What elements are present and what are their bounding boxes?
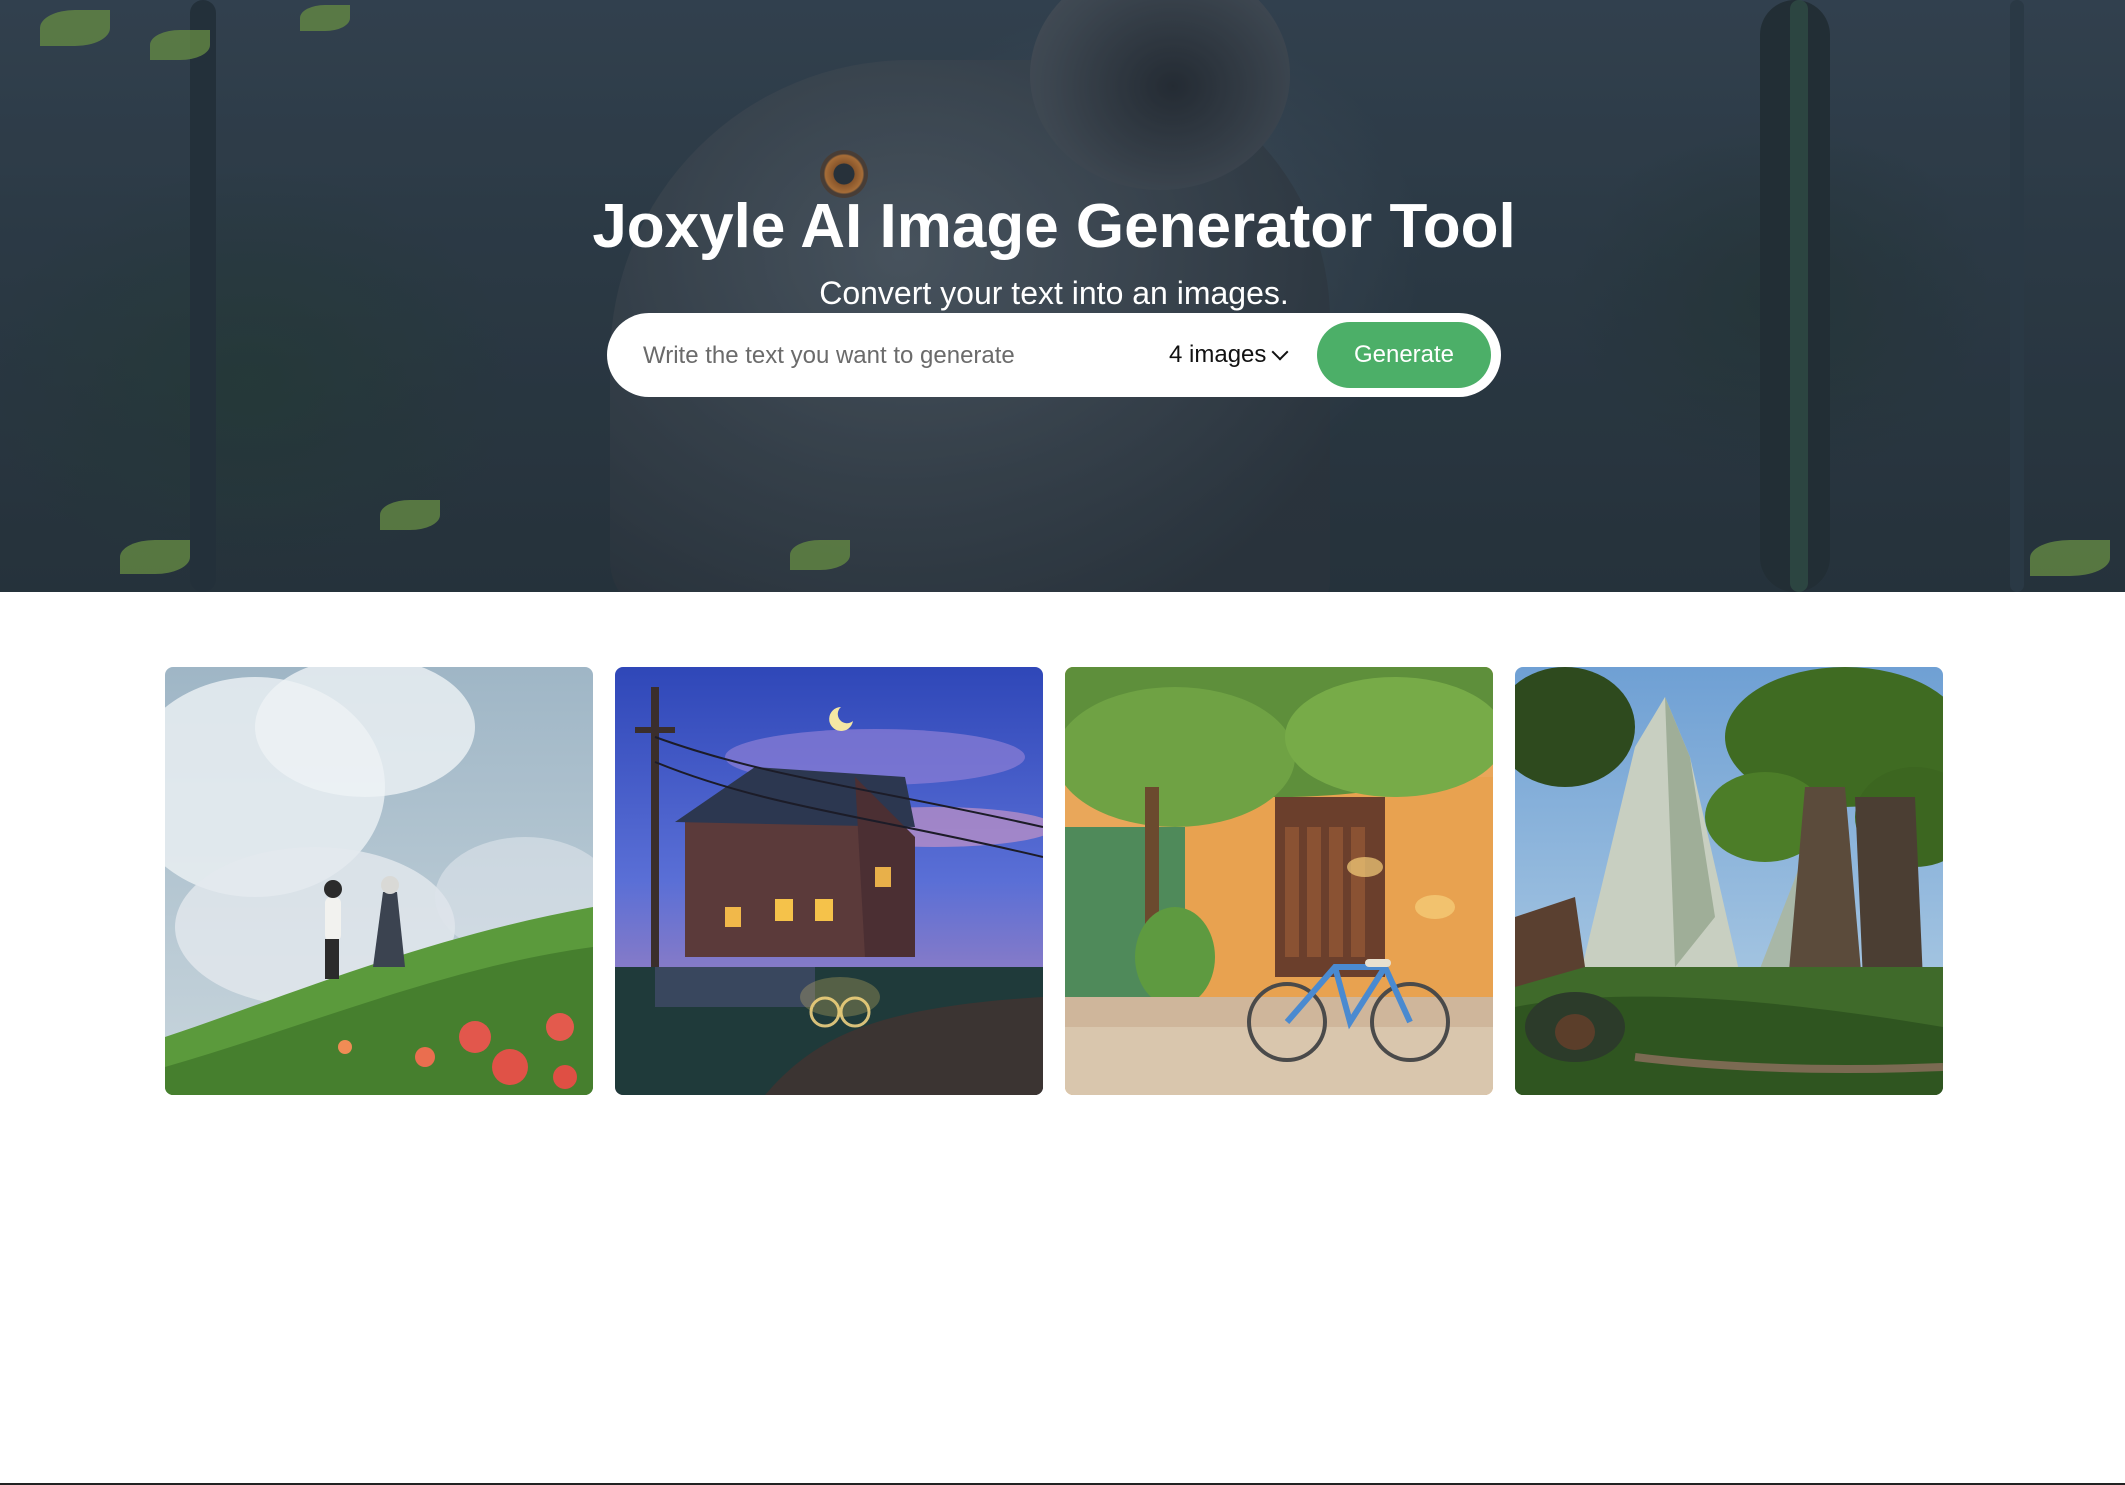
generate-button[interactable]: Generate (1317, 322, 1491, 388)
hero-banner: Joxyle AI Image Generator Tool Convert y… (0, 0, 2125, 592)
bicycle-by-orange-wall-image (1065, 667, 1493, 1095)
prompt-form: 4 images Generate (607, 313, 1501, 397)
girls-on-flower-hill-image (165, 667, 593, 1095)
fantasy-forest-image (1515, 667, 1943, 1095)
gallery-image-card[interactable] (165, 667, 593, 1095)
image-gallery (165, 667, 1944, 1095)
image-count-value: 4 images (1169, 341, 1267, 368)
gallery-image-card[interactable] (615, 667, 1043, 1095)
gallery-image-card[interactable] (1065, 667, 1493, 1095)
hero-content: Joxyle AI Image Generator Tool Convert y… (0, 0, 2125, 592)
chevron-down-icon (1271, 343, 1289, 361)
image-count-select[interactable]: 4 images (1169, 334, 1289, 376)
page-subtitle: Convert your text into an images. (819, 275, 1289, 311)
house-at-night-image (615, 667, 1043, 1095)
gallery-image-card[interactable] (1515, 667, 1943, 1095)
prompt-input[interactable] (641, 333, 1145, 379)
page-title: Joxyle AI Image Generator Tool (592, 192, 1516, 261)
